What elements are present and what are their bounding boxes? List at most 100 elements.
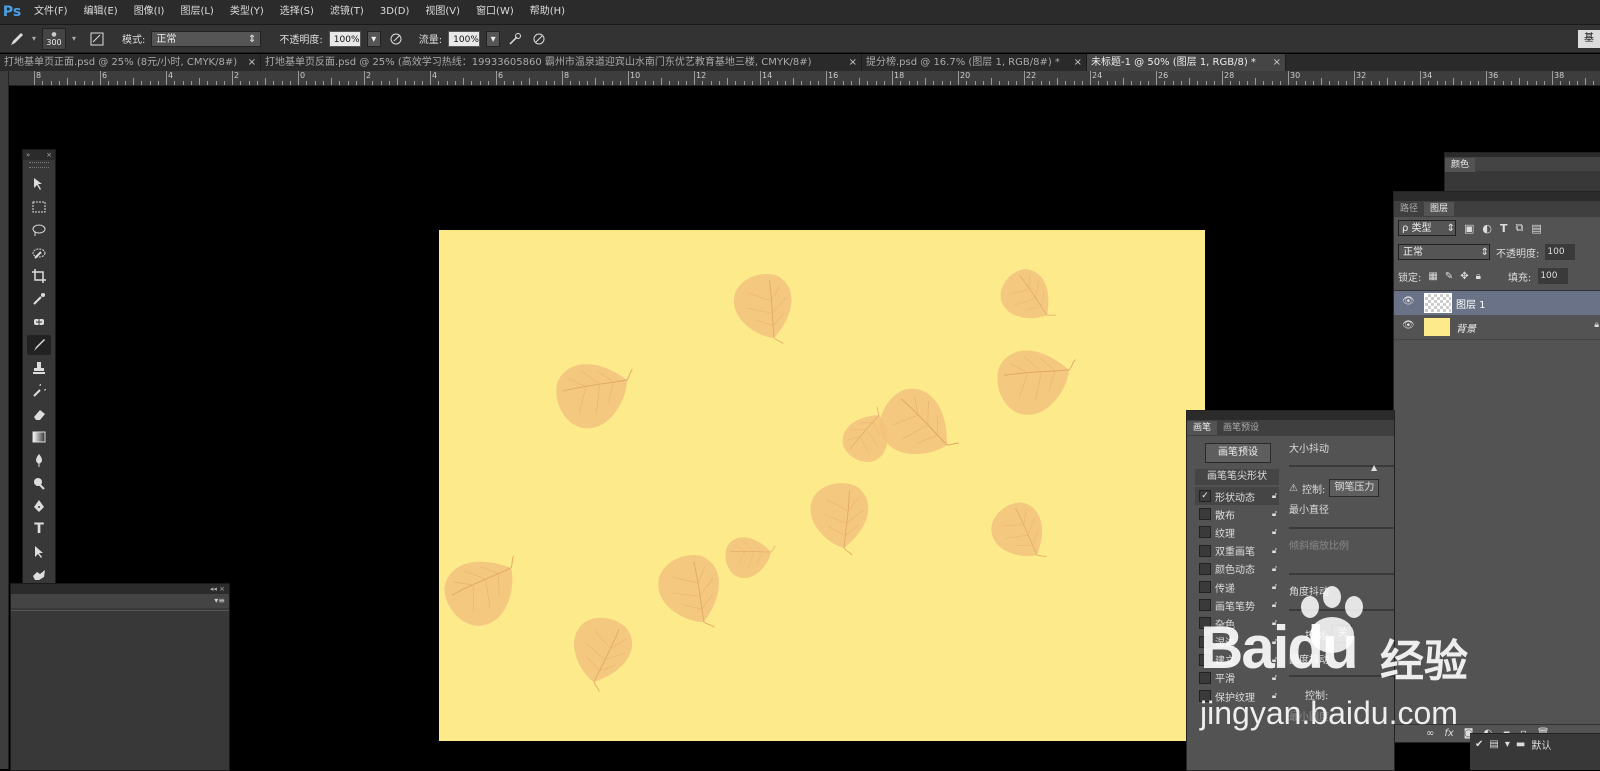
visibility-eye-icon[interactable]: 👁︎: [1402, 320, 1415, 331]
visibility-eye-icon[interactable]: 👁︎: [1402, 296, 1415, 307]
layer-opacity-field[interactable]: 100: [1545, 244, 1576, 260]
eraser-tool-icon[interactable]: [27, 404, 51, 424]
custom-shape-tool-icon[interactable]: [27, 565, 51, 585]
brush-option-row[interactable]: 湿边 🔓︎: [1195, 633, 1279, 651]
airbrush-icon[interactable]: [506, 30, 524, 48]
tab-color[interactable]: 颜色: [1445, 158, 1476, 172]
lock-icon[interactable]: 🔓︎: [1272, 673, 1277, 683]
lock-transparent-icon[interactable]: ▦: [1428, 271, 1437, 282]
menu-item[interactable]: 滤镜(T): [322, 0, 372, 24]
roundness-jitter-slider[interactable]: [1289, 675, 1394, 677]
flow-field[interactable]: 100%: [448, 30, 481, 47]
lock-icon[interactable]: 🔓︎: [1272, 618, 1277, 628]
lock-icon[interactable]: 🔓︎: [1272, 582, 1277, 592]
close-icon[interactable]: ×: [1273, 54, 1281, 71]
option-checkbox[interactable]: [1199, 508, 1211, 521]
grip-handle[interactable]: [29, 162, 49, 168]
brush-tip-shape-item[interactable]: 画笔笔尖形状: [1195, 469, 1279, 485]
option-checkbox[interactable]: [1199, 544, 1211, 557]
pressure-opacity-icon[interactable]: [387, 30, 405, 48]
option-checkbox[interactable]: [1199, 671, 1211, 684]
menu-item[interactable]: 文件(F): [26, 0, 76, 24]
brush-option-row[interactable]: 散布 🔓︎: [1195, 505, 1279, 523]
collapsed-panel-header[interactable]: ◂◂ ×: [11, 584, 229, 594]
brush-size-arrow-icon[interactable]: ▾: [72, 34, 76, 43]
menu-item[interactable]: 选择(S): [272, 0, 322, 24]
history-brush-tool-icon[interactable]: [27, 381, 51, 401]
marquee-tool-icon[interactable]: [27, 197, 51, 217]
lasso-tool-icon[interactable]: [27, 220, 51, 240]
workspace-button[interactable]: 基: [1578, 30, 1600, 48]
lock-icon[interactable]: 🔓︎: [1272, 637, 1277, 647]
brush-option-row[interactable]: 保护纹理 🔓︎: [1195, 687, 1279, 705]
smart-object-filter-icon[interactable]: ▤: [1531, 222, 1541, 235]
option-checkbox[interactable]: [1199, 635, 1211, 648]
option-checkbox[interactable]: [1199, 690, 1211, 703]
lock-icon[interactable]: 🔓︎: [1272, 655, 1277, 665]
lock-icon[interactable]: 🔓︎: [1272, 509, 1277, 519]
brush-panel-toggle-icon[interactable]: [88, 30, 106, 48]
brush-option-row[interactable]: 建立 🔓︎: [1195, 651, 1279, 669]
adjustment-filter-icon[interactable]: ◐: [1482, 222, 1492, 235]
quick-select-tool-icon[interactable]: [27, 243, 51, 263]
healing-brush-tool-icon[interactable]: [27, 312, 51, 332]
type-tool-icon[interactable]: T: [27, 519, 51, 539]
brush-tool-icon[interactable]: [27, 335, 51, 355]
min-diameter-slider[interactable]: [1289, 527, 1394, 529]
document-tab[interactable]: 未标题-1 @ 50% (图层 1, RGB/8) * ×: [1087, 54, 1286, 71]
pen-tool-icon[interactable]: [27, 496, 51, 516]
opacity-field[interactable]: 100%: [328, 30, 361, 47]
lock-icon[interactable]: 🔓︎: [1272, 491, 1277, 501]
menu-item[interactable]: 类型(Y): [222, 0, 272, 24]
layer-name[interactable]: 图层 1: [1456, 296, 1486, 311]
document-tab[interactable]: 提分榜.psd @ 16.7% (图层 1, RGB/8#) * ×: [862, 54, 1087, 71]
menu-item[interactable]: 图像(I): [126, 0, 173, 24]
option-checkbox[interactable]: ✓: [1199, 490, 1211, 503]
menu-item[interactable]: 窗口(W): [468, 0, 522, 24]
link-layers-icon[interactable]: ∞: [1426, 728, 1434, 739]
option-checkbox[interactable]: [1199, 599, 1211, 612]
document-canvas[interactable]: [432, 230, 1205, 741]
mode-select[interactable]: 正常 ⇕: [151, 30, 262, 47]
brush-option-row[interactable]: ✓ 形状动态 🔓︎: [1195, 487, 1279, 506]
shape-filter-icon[interactable]: ⧉: [1516, 221, 1524, 235]
type-filter-icon[interactable]: T: [1500, 222, 1508, 235]
layer-row-background[interactable]: 👁︎ 背景 🔒︎: [1394, 315, 1600, 340]
blur-tool-icon[interactable]: [27, 450, 51, 470]
tab-brush[interactable]: 画笔: [1187, 421, 1218, 435]
layer-row-layer1[interactable]: 👁︎ 图层 1: [1394, 291, 1600, 315]
pressure-size-icon[interactable]: [530, 30, 548, 48]
tab-layers[interactable]: 图层: [1424, 202, 1455, 216]
tools-panel-header[interactable]: » ×: [23, 150, 55, 160]
control2-select[interactable]: 关: [1332, 625, 1353, 643]
book-icon[interactable]: ▤: [1489, 739, 1498, 750]
crop-tool-icon[interactable]: [27, 266, 51, 286]
blend-mode-select[interactable]: 正常 ⇕: [1398, 244, 1490, 260]
option-checkbox[interactable]: [1199, 562, 1211, 575]
path-selection-tool-icon[interactable]: [27, 542, 51, 562]
lock-pixels-icon[interactable]: ✎: [1445, 271, 1453, 282]
brush-option-row[interactable]: 杂色 🔓︎: [1195, 614, 1279, 632]
layer-filter-select[interactable]: ρ 类型 ⇕: [1398, 220, 1456, 236]
brush-option-row[interactable]: 平滑 🔓︎: [1195, 669, 1279, 687]
close-icon[interactable]: ×: [46, 150, 52, 160]
menu-item[interactable]: 帮助(H): [522, 0, 573, 24]
panel-menu-icon[interactable]: ▾≡: [11, 594, 229, 608]
arrow-down-icon[interactable]: ▾: [1505, 739, 1510, 750]
brush-option-row[interactable]: 纹理 🔓︎: [1195, 523, 1279, 541]
close-icon[interactable]: ×: [1074, 54, 1082, 71]
lock-all-icon[interactable]: 🔒︎: [1476, 271, 1481, 282]
close-icon[interactable]: ×: [248, 54, 256, 71]
lock-icon[interactable]: 🔓︎: [1272, 600, 1277, 610]
brush-option-row[interactable]: 双重画笔 🔓︎: [1195, 542, 1279, 560]
lock-icon[interactable]: 🔓︎: [1272, 564, 1277, 574]
brush-presets-button[interactable]: 画笔预设: [1205, 443, 1271, 463]
tilt-scale-slider[interactable]: [1289, 573, 1394, 575]
gradient-tool-icon[interactable]: [27, 427, 51, 447]
slider-handle-icon[interactable]: ▲: [1371, 463, 1377, 472]
menu-item[interactable]: 3D(D): [372, 0, 418, 24]
document-tab[interactable]: 打地基单页正面.psd @ 25% (8元/小时, CMYK/8#) ×: [0, 54, 261, 71]
angle-jitter-slider[interactable]: [1289, 609, 1394, 611]
tab-brush-presets[interactable]: 画笔预设: [1217, 421, 1265, 435]
brush-dropdown-arrow-icon[interactable]: ▾: [32, 34, 36, 43]
